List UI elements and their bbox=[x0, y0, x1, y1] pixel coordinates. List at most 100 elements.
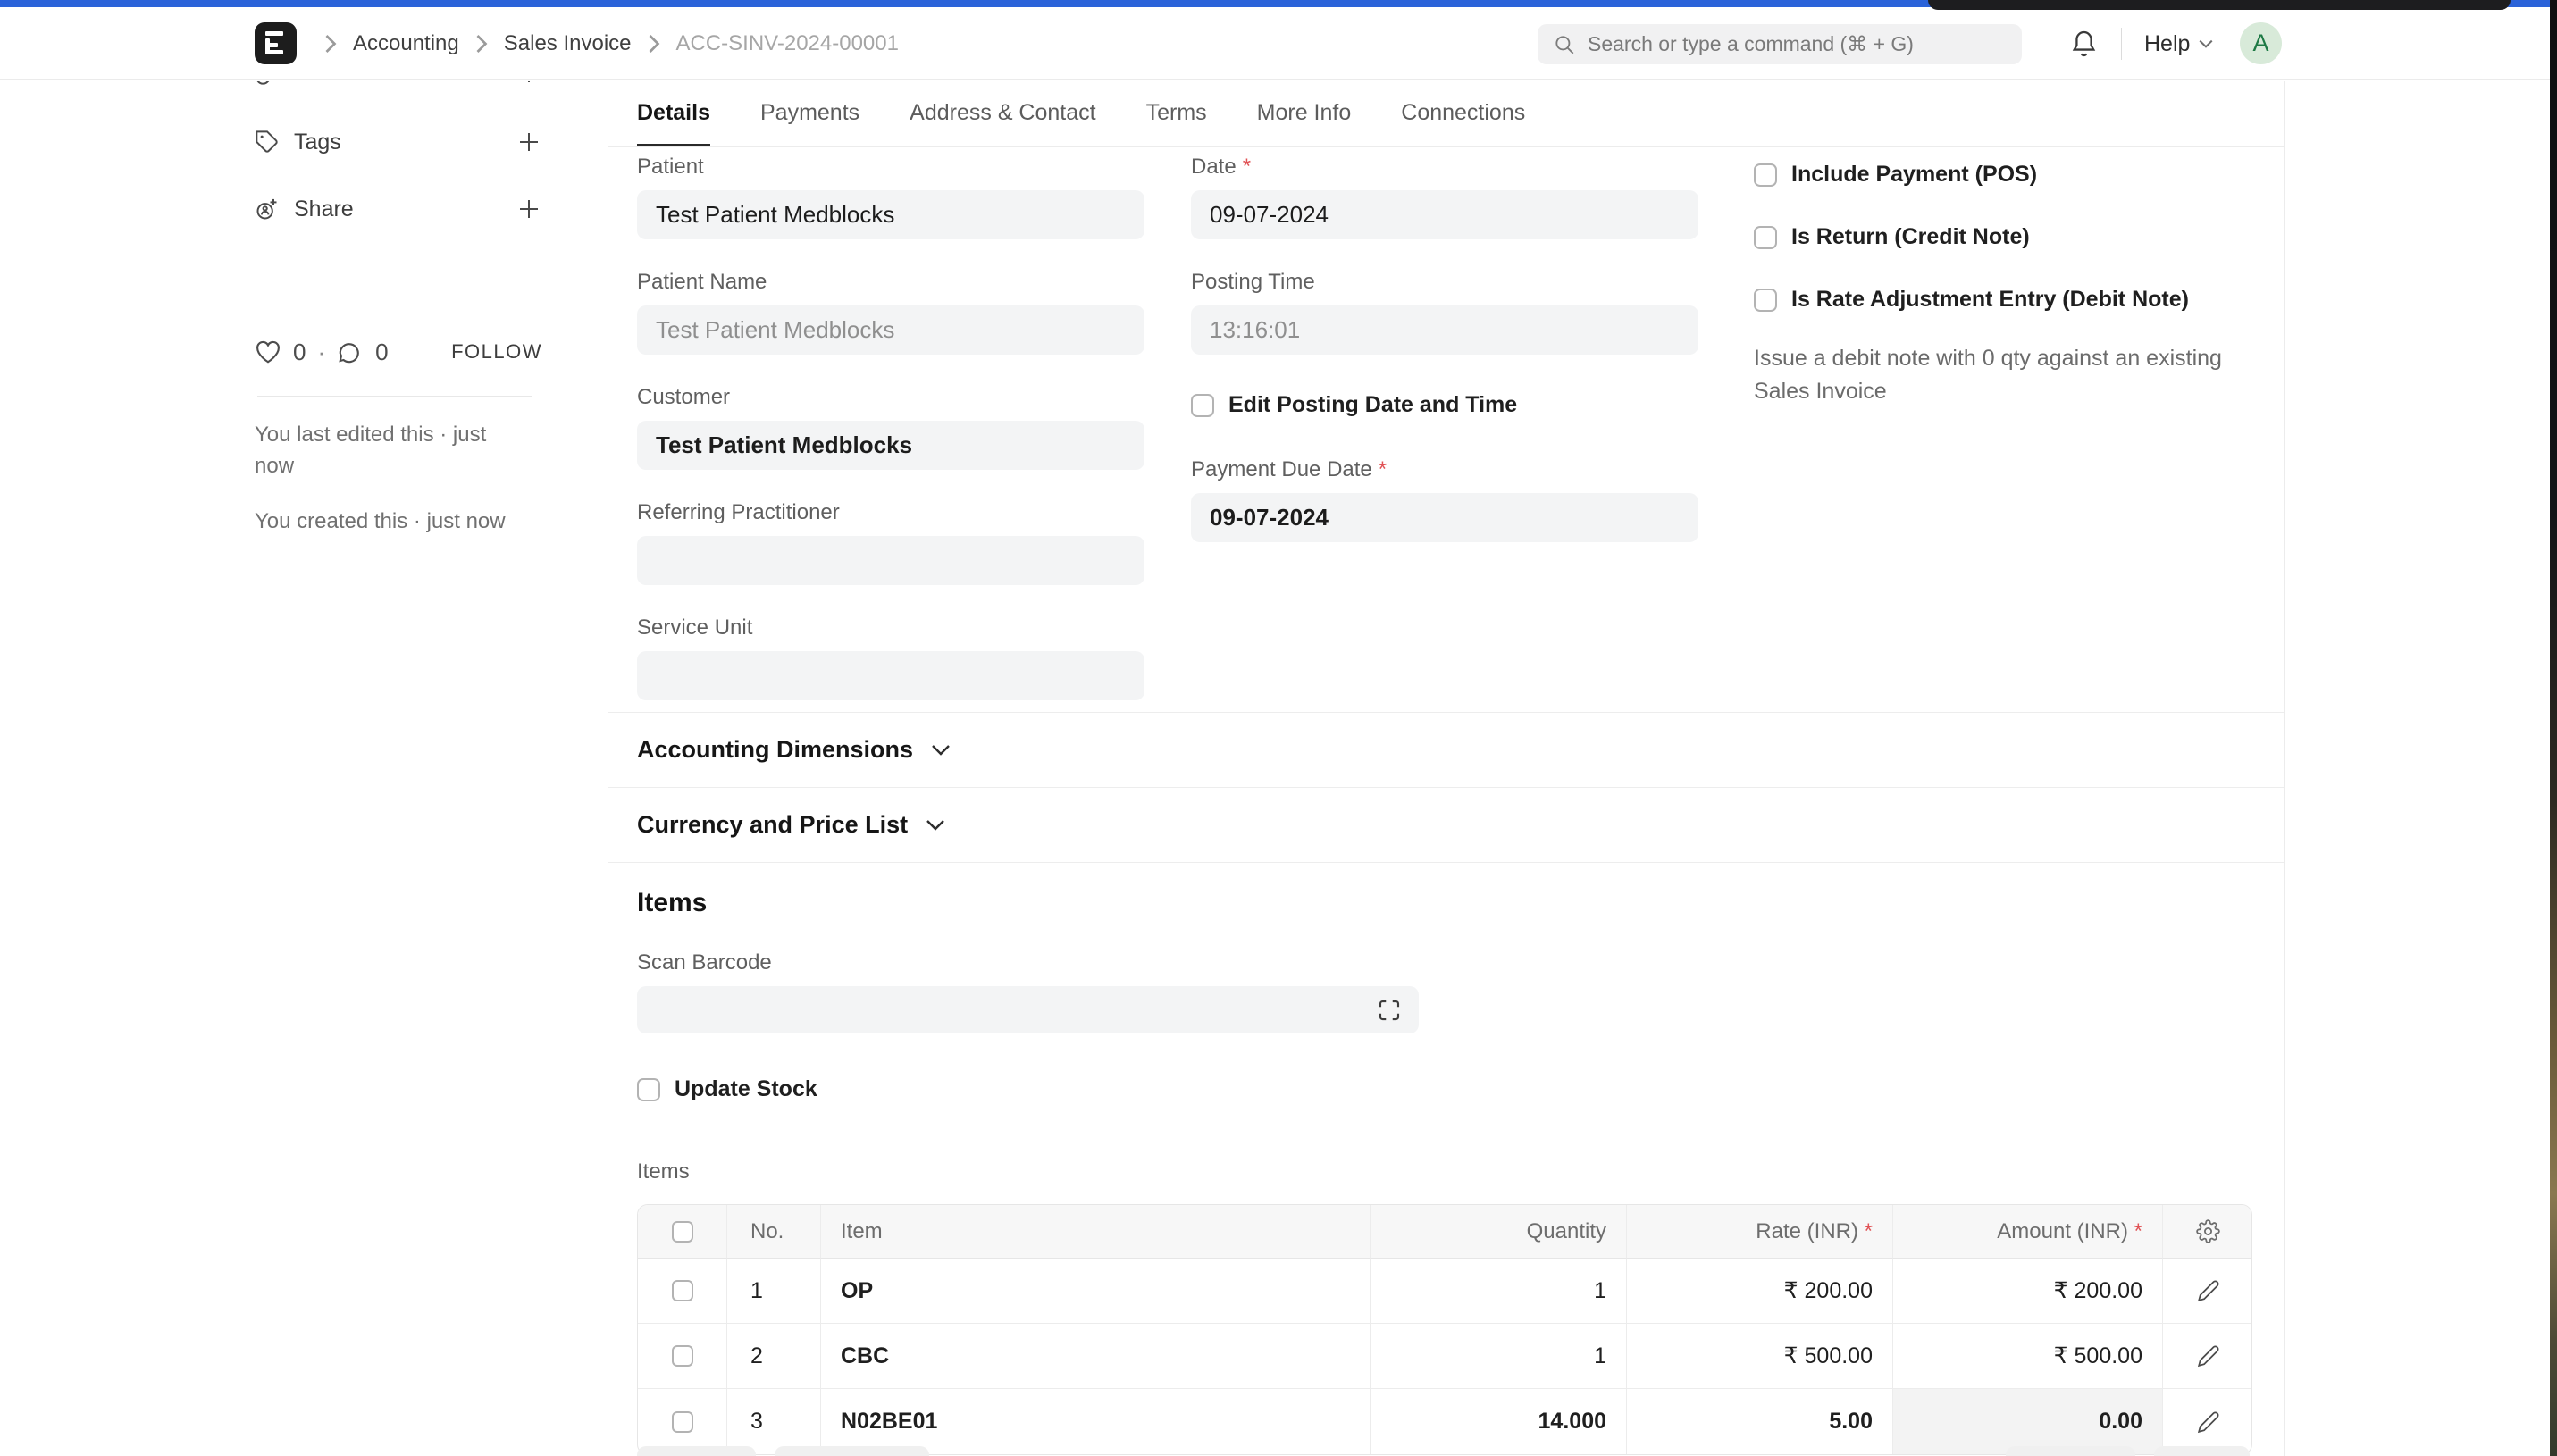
row-checkbox[interactable] bbox=[672, 1280, 693, 1301]
comment-icon[interactable] bbox=[337, 339, 364, 364]
customer-field[interactable]: Test Patient Medblocks bbox=[637, 421, 1144, 470]
user-plus-icon bbox=[255, 197, 280, 222]
edit-posting-label: Edit Posting Date and Time bbox=[1228, 392, 1517, 418]
global-search-input[interactable]: Search or type a command (⌘ + G) bbox=[1538, 24, 2022, 64]
include-payment-row: Include Payment (POS) bbox=[1754, 155, 2254, 195]
edit-row-pencil-icon[interactable] bbox=[2197, 1344, 2220, 1368]
table-row: 3 N02BE01 14.000 5.00 0.00 bbox=[638, 1389, 2251, 1454]
add-attachment-button[interactable] bbox=[516, 81, 542, 87]
include-payment-checkbox[interactable] bbox=[1754, 163, 1777, 187]
is-rate-adjustment-checkbox[interactable] bbox=[1754, 289, 1777, 312]
scan-barcode-input[interactable] bbox=[637, 986, 1419, 1033]
amount-cell[interactable]: 0.00 bbox=[1893, 1389, 2163, 1454]
is-rate-adjustment-label: Is Rate Adjustment Entry (Debit Note) bbox=[1791, 287, 2189, 313]
table-row: 2 CBC 1 ₹ 500.00 ₹ 500.00 bbox=[638, 1324, 2251, 1389]
notifications-bell-icon[interactable] bbox=[2069, 29, 2099, 60]
sidebar-item-share[interactable]: Share bbox=[255, 188, 542, 230]
chevron-right-icon bbox=[323, 33, 338, 54]
required-marker: * bbox=[1865, 1219, 1873, 1244]
payment-due-date-label: Payment Due Date* bbox=[1191, 457, 1698, 482]
upload-button[interactable] bbox=[2154, 1446, 2250, 1456]
patient-field[interactable]: Test Patient Medblocks bbox=[637, 190, 1144, 239]
include-payment-label: Include Payment (POS) bbox=[1791, 162, 2037, 188]
update-stock-checkbox[interactable] bbox=[637, 1078, 660, 1101]
edit-row-pencil-icon[interactable] bbox=[2197, 1410, 2220, 1434]
gear-icon[interactable] bbox=[2196, 1219, 2220, 1243]
edit-row-pencil-icon[interactable] bbox=[2197, 1279, 2220, 1302]
comments-count: 0 bbox=[375, 339, 388, 366]
chevron-right-icon bbox=[474, 33, 489, 54]
col-amount-header: Amount (INR) * bbox=[1893, 1205, 2163, 1259]
sidebar-item-attachments[interactable]: Attachments bbox=[255, 81, 542, 95]
tab-terms[interactable]: Terms bbox=[1146, 81, 1207, 146]
referring-practitioner-field[interactable] bbox=[637, 536, 1144, 585]
breadcrumb-current-doc: ACC-SINV-2024-00001 bbox=[676, 31, 899, 56]
row-checkbox[interactable] bbox=[672, 1345, 693, 1367]
quantity-cell[interactable]: 1 bbox=[1371, 1259, 1627, 1324]
breadcrumb: Accounting Sales Invoice ACC-SINV-2024-0… bbox=[323, 7, 899, 80]
rate-cell[interactable]: ₹ 200.00 bbox=[1627, 1259, 1893, 1324]
row-number: 3 bbox=[727, 1389, 821, 1454]
tab-payments[interactable]: Payments bbox=[760, 81, 859, 146]
tab-connections[interactable]: Connections bbox=[1401, 81, 1525, 146]
date-label: Date* bbox=[1191, 155, 1698, 180]
items-table-header: No. Item Quantity Rate (INR) * Amount (I… bbox=[638, 1205, 2251, 1259]
download-button[interactable] bbox=[2006, 1446, 2135, 1456]
quantity-cell[interactable]: 14.000 bbox=[1371, 1389, 1627, 1454]
col-quantity-header: Quantity bbox=[1371, 1205, 1627, 1259]
currency-price-list-title: Currency and Price List bbox=[637, 811, 908, 839]
breadcrumb-sales-invoice[interactable]: Sales Invoice bbox=[504, 31, 632, 56]
patient-name-field[interactable]: Test Patient Medblocks bbox=[637, 305, 1144, 355]
add-tag-button[interactable] bbox=[516, 129, 542, 155]
edit-posting-checkbox[interactable] bbox=[1191, 394, 1214, 417]
amount-cell[interactable]: ₹ 200.00 bbox=[1893, 1259, 2163, 1324]
scan-icon bbox=[1376, 997, 1403, 1024]
help-menu[interactable]: Help bbox=[2144, 7, 2214, 80]
chevron-down-icon bbox=[2198, 38, 2214, 49]
chevron-right-icon bbox=[647, 33, 661, 54]
select-all-checkbox[interactable] bbox=[672, 1221, 693, 1243]
last-edited-text[interactable]: You last edited this · just now bbox=[255, 419, 514, 481]
tab-more-info[interactable]: More Info bbox=[1257, 81, 1352, 146]
update-stock-label: Update Stock bbox=[675, 1076, 817, 1102]
top-notch-overlay bbox=[1928, 0, 2511, 10]
add-multiple-button[interactable] bbox=[775, 1446, 929, 1456]
amount-cell[interactable]: ₹ 500.00 bbox=[1893, 1324, 2163, 1389]
items-section: Items Scan Barcode Update Stock Items No… bbox=[608, 862, 2284, 1455]
required-marker: * bbox=[1243, 155, 1251, 180]
tab-address-contact[interactable]: Address & Contact bbox=[910, 81, 1095, 146]
user-avatar[interactable]: A bbox=[2240, 22, 2282, 64]
share-add-button[interactable] bbox=[516, 196, 542, 222]
accounting-dimensions-title: Accounting Dimensions bbox=[637, 736, 913, 764]
scan-barcode-label: Scan Barcode bbox=[637, 950, 2255, 975]
item-code-cell[interactable]: CBC bbox=[821, 1324, 1371, 1389]
erpnext-logo-icon bbox=[265, 31, 285, 54]
sidebar-item-tags[interactable]: Tags bbox=[255, 121, 542, 163]
item-code-cell[interactable]: N02BE01 bbox=[821, 1389, 1371, 1454]
heart-icon[interactable] bbox=[255, 339, 281, 364]
payment-due-date-field[interactable]: 09-07-2024 bbox=[1191, 493, 1698, 542]
tab-details[interactable]: Details bbox=[637, 81, 710, 146]
item-code-cell[interactable]: OP bbox=[821, 1259, 1371, 1324]
is-return-checkbox[interactable] bbox=[1754, 226, 1777, 249]
update-stock-row: Update Stock bbox=[637, 1069, 2255, 1109]
date-field[interactable]: 09-07-2024 bbox=[1191, 190, 1698, 239]
follow-button[interactable]: FOLLOW bbox=[451, 340, 542, 364]
items-table: No. Item Quantity Rate (INR) * Amount (I… bbox=[637, 1204, 2252, 1455]
created-text[interactable]: You created this · just now bbox=[255, 506, 514, 537]
service-unit-field[interactable] bbox=[637, 651, 1144, 700]
row-checkbox[interactable] bbox=[672, 1411, 693, 1433]
section-currency-price-list[interactable]: Currency and Price List bbox=[608, 787, 2284, 862]
add-row-button[interactable] bbox=[637, 1446, 756, 1456]
quantity-cell[interactable]: 1 bbox=[1371, 1324, 1627, 1389]
breadcrumb-accounting[interactable]: Accounting bbox=[353, 31, 459, 56]
referring-practitioner-label: Referring Practitioner bbox=[637, 500, 1144, 525]
edit-posting-row: Edit Posting Date and Time bbox=[1191, 385, 1698, 425]
screen-edge-strip bbox=[2550, 0, 2557, 1456]
app-logo[interactable] bbox=[255, 22, 297, 64]
posting-time-field[interactable]: 13:16:01 bbox=[1191, 305, 1698, 355]
rate-cell[interactable]: ₹ 500.00 bbox=[1627, 1324, 1893, 1389]
rate-cell[interactable]: 5.00 bbox=[1627, 1389, 1893, 1454]
avatar-letter: A bbox=[2252, 29, 2268, 57]
form-card: Details Payments Address & Contact Terms… bbox=[608, 81, 2285, 1456]
